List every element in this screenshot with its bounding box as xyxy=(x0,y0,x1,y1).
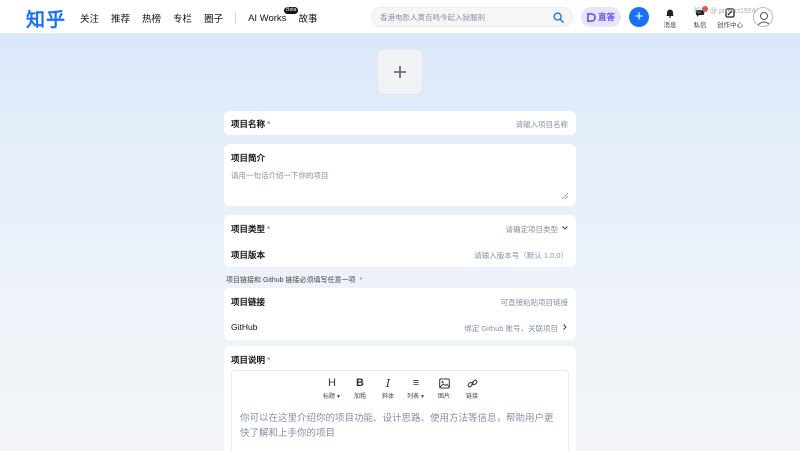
messages-label: 消息 xyxy=(663,22,677,29)
github-bind-link[interactable]: 绑定 Github 账号，关联项目 xyxy=(464,323,558,334)
project-type-label: 项目类型 * xyxy=(231,224,271,234)
zhida-label: 直答 xyxy=(597,12,615,22)
list-button[interactable]: ≡ 列表▼ xyxy=(402,377,430,400)
link-button[interactable]: 链接 xyxy=(458,377,486,400)
italic-button[interactable]: I 斜体 xyxy=(374,377,402,400)
bell-icon xyxy=(666,9,674,18)
bold-button[interactable]: B 加粗 xyxy=(346,377,374,400)
project-desc-card: 项目说明 * H 标题▼ B 加粗 I 斜体 ≡ 列表▼ 图片 链接 你可以在这… xyxy=(224,346,576,451)
image-icon xyxy=(438,378,450,389)
top-navigation-bar: 知乎 关注 推荐 热榜 专栏 圈子 AI Works Beta 故事 香港电影人… xyxy=(0,0,800,34)
github-label: GitHub xyxy=(231,322,258,332)
nav-divider xyxy=(235,13,237,23)
project-type-version-card: 项目类型 * 请确定项目类型 项目版本 请输入版本号（默认 1.0.0） xyxy=(224,215,576,267)
project-type-select[interactable]: 请确定项目类型 xyxy=(506,224,559,235)
zhida-button[interactable]: 直答 xyxy=(581,7,621,27)
link-label: 链接 xyxy=(465,394,478,400)
nav-ai-works[interactable]: AI Works Beta xyxy=(248,6,299,24)
main-nav: 关注 推荐 热榜 专栏 圈子 AI Works Beta 故事 xyxy=(80,6,329,25)
project-name-input[interactable]: 请输入项目名称 xyxy=(516,119,569,130)
messages-button[interactable]: 消息 xyxy=(653,8,687,29)
list-icon: ≡ xyxy=(412,377,420,389)
project-desc-label: 项目说明 * xyxy=(231,355,271,365)
project-intro-card: 项目简介 请用一句话介绍一下你的项目 xyxy=(224,144,576,206)
editor-placeholder[interactable]: 你可以在这里介绍你的项目功能、设计思路、使用方法等信息，帮助用户更快了解和上手你… xyxy=(240,411,560,441)
image-label: 图片 xyxy=(437,394,450,400)
user-avatar[interactable] xyxy=(753,7,773,27)
chevron-down-icon xyxy=(562,226,568,230)
link-icon xyxy=(467,379,477,388)
project-version-label: 项目版本 xyxy=(231,250,266,260)
project-intro-label: 项目简介 xyxy=(231,153,266,163)
heading-icon: H xyxy=(328,377,336,389)
project-link-input[interactable]: 可直接粘贴项目链接 xyxy=(501,297,569,308)
zhihu-logo[interactable]: 知乎 xyxy=(26,5,66,32)
creator-center-label: 创作中心 xyxy=(717,22,743,29)
nav-ai-works-label: AI Works xyxy=(248,12,287,24)
project-name-row[interactable]: 项目名称 * 请输入项目名称 xyxy=(224,111,576,137)
editor-toolbar: H 标题▼ B 加粗 I 斜体 ≡ 列表▼ 图片 链接 xyxy=(318,377,486,400)
project-link-label: 项目链接 xyxy=(231,297,266,307)
heading-button[interactable]: H 标题▼ xyxy=(318,377,346,400)
nav-follow[interactable]: 关注 xyxy=(80,11,99,25)
cover-upload-button[interactable] xyxy=(377,49,423,95)
nav-recommend[interactable]: 推荐 xyxy=(111,11,130,25)
resize-handle-icon[interactable] xyxy=(562,193,568,199)
italic-label: 斜体 xyxy=(381,394,394,400)
italic-icon: I xyxy=(385,377,391,390)
github-row[interactable]: GitHub 绑定 Github 账号，关联项目 xyxy=(224,314,576,340)
search-icon[interactable] xyxy=(553,12,564,23)
plus-icon xyxy=(394,66,406,78)
project-intro-textarea[interactable]: 请用一句话介绍一下你的项目 xyxy=(231,170,329,181)
search-bar[interactable]: 香港电影人黄百鸣今起入狱服刑 xyxy=(371,7,573,27)
bold-label: 加粗 xyxy=(353,394,366,400)
nav-story[interactable]: 故事 xyxy=(298,11,317,25)
watermark: 知乎 @ project1924 xyxy=(694,8,756,15)
image-button[interactable]: 图片 xyxy=(430,377,458,400)
private-messages-label: 私信 xyxy=(693,22,707,29)
beta-badge: Beta xyxy=(284,6,299,14)
bold-icon: B xyxy=(356,377,364,389)
project-name-card: 项目名称 * 请输入项目名称 xyxy=(224,111,576,135)
avatar-icon xyxy=(756,12,772,26)
links-note: 项目链接和 Github 链接必须填写任意一项 * xyxy=(226,277,363,284)
project-type-row[interactable]: 项目类型 * 请确定项目类型 xyxy=(224,215,576,241)
nav-column[interactable]: 专栏 xyxy=(173,11,192,25)
list-label: 列表▼ xyxy=(407,394,425,400)
chevron-right-icon xyxy=(563,324,567,330)
links-card: 项目链接 可直接粘贴项目链接 GitHub 绑定 Github 账号，关联项目 xyxy=(224,288,576,340)
project-version-input[interactable]: 请输入版本号（默认 1.0.0） xyxy=(474,250,568,261)
create-plus-button[interactable]: + xyxy=(629,7,649,27)
zhida-icon xyxy=(587,12,596,22)
search-input[interactable]: 香港电影人黄百鸣今起入狱服刑 xyxy=(380,12,485,23)
project-link-row[interactable]: 项目链接 可直接粘贴项目链接 xyxy=(224,288,576,314)
project-version-row[interactable]: 项目版本 请输入版本号（默认 1.0.0） xyxy=(224,241,576,267)
rich-text-editor[interactable]: H 标题▼ B 加粗 I 斜体 ≡ 列表▼ 图片 链接 你可以在这里介绍你的项目… xyxy=(231,370,569,451)
project-name-label: 项目名称 * xyxy=(231,119,271,129)
heading-label: 标题▼ xyxy=(323,394,341,400)
nav-hot[interactable]: 热榜 xyxy=(142,11,161,25)
nav-circle[interactable]: 圈子 xyxy=(204,11,223,25)
